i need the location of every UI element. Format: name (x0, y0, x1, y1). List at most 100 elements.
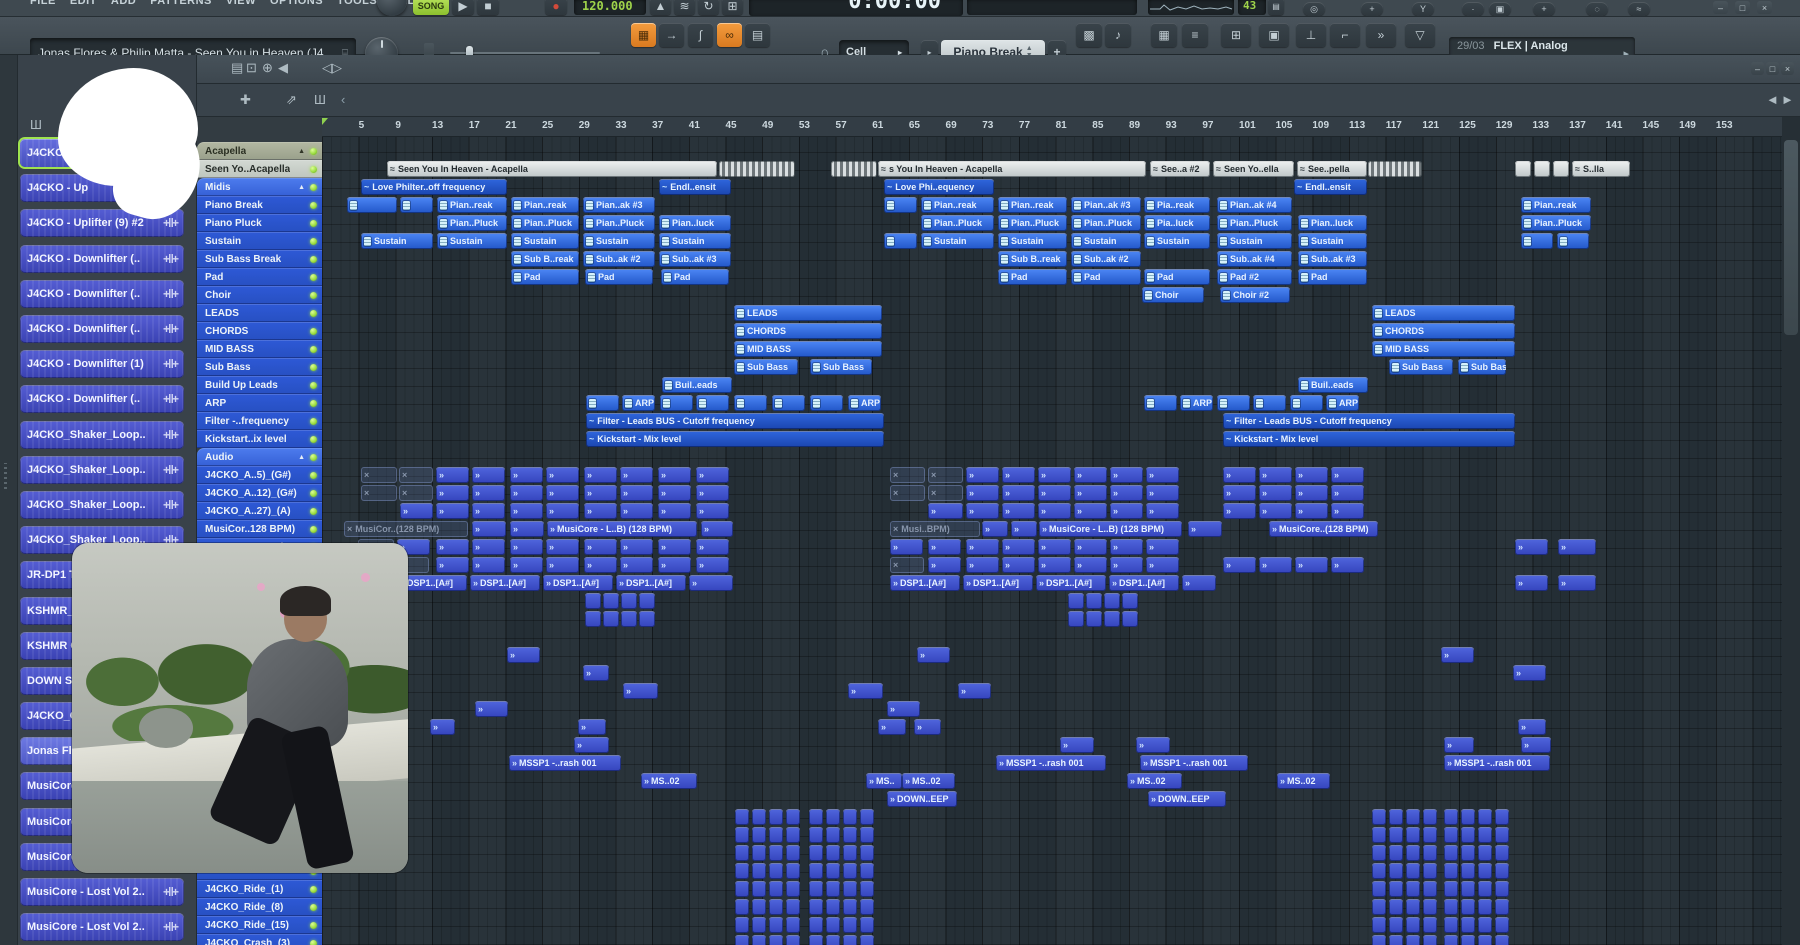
track-mute-led[interactable] (310, 346, 317, 353)
mini-clip[interactable] (809, 881, 823, 897)
sample-clip[interactable]: » (1223, 503, 1256, 519)
pattern-clip[interactable]: Pia..luck (1144, 215, 1210, 231)
pattern-clip[interactable]: Sustain (1298, 233, 1367, 249)
track-row[interactable]: J4CKO_A..27)_(A) (197, 502, 322, 520)
rail-grip[interactable] (4, 463, 7, 489)
step-edit-button[interactable]: ⊞ (722, 0, 743, 15)
mini-clip[interactable] (769, 899, 783, 915)
sample-clip[interactable]: » (928, 557, 961, 573)
track-mute-led[interactable] (310, 166, 317, 173)
timeline-bar-label[interactable]: 141 (1606, 120, 1623, 131)
timeline-bar-label[interactable]: 149 (1679, 120, 1696, 131)
mini-clip[interactable] (1389, 935, 1403, 945)
slide-icon[interactable]: ∫ (688, 23, 713, 47)
sample-clip[interactable]: » (1011, 521, 1037, 537)
timeline-bar-label[interactable]: 101 (1239, 120, 1256, 131)
audio-clip[interactable] (1515, 161, 1531, 177)
sample-clip[interactable]: » (1295, 557, 1328, 573)
mini-clip[interactable] (1372, 881, 1386, 897)
timeline-bar-label[interactable]: 113 (1349, 120, 1365, 131)
mini-clip[interactable] (786, 827, 800, 843)
audio-clip[interactable] (1534, 161, 1550, 177)
mini-clip[interactable] (1406, 899, 1420, 915)
ghost-clip[interactable]: × (361, 467, 397, 483)
sample-clip[interactable]: » (510, 521, 544, 537)
timeline-bar-label[interactable]: 117 (1386, 120, 1402, 131)
sample-clip[interactable]: » (966, 485, 999, 501)
pattern-clip[interactable]: Sub Bass (734, 359, 798, 375)
sample-clip[interactable]: » (966, 503, 999, 519)
picker-item[interactable]: J4CKO - Downlifter (..+‖+ (20, 315, 184, 343)
sample-clip[interactable]: » (1441, 647, 1474, 663)
sample-clip[interactable]: » (1223, 467, 1256, 483)
sample-clip[interactable]: »DSP1..[A#] (616, 575, 686, 591)
hand-icon[interactable]: ▽ (1405, 23, 1435, 47)
track-mute-led[interactable] (310, 490, 317, 497)
mini-clip[interactable] (843, 827, 857, 843)
pattern-clip[interactable]: Pian..ak #4 (1217, 197, 1292, 213)
pattern-clip[interactable]: Pad (1144, 269, 1210, 285)
timeline-bar-label[interactable]: 129 (1496, 120, 1513, 131)
mini-clip[interactable] (1444, 809, 1458, 825)
mini-clip[interactable] (826, 827, 840, 843)
mini-clip[interactable] (1461, 899, 1475, 915)
mini-clip[interactable] (603, 611, 619, 627)
sample-clip[interactable]: » (887, 701, 920, 717)
sample-clip[interactable]: »MS..02 (1127, 773, 1182, 789)
sample-clip[interactable]: » (1074, 467, 1107, 483)
playlist-maximize-button[interactable]: □ (1766, 62, 1779, 75)
step-sequencer-icon[interactable]: ▦ (631, 23, 656, 47)
pattern-clip[interactable]: Pian..Pluck (921, 215, 994, 231)
drag-handle-icon[interactable]: +‖+ (163, 287, 177, 301)
sample-clip[interactable]: » (966, 467, 999, 483)
track-mute-led[interactable] (310, 292, 317, 299)
mini-clip[interactable] (1478, 863, 1492, 879)
mini-clip[interactable] (1423, 845, 1437, 861)
step-jump-icon[interactable]: → (659, 23, 684, 47)
pattern-clip[interactable] (400, 197, 433, 213)
pattern-clip[interactable]: Pian..Pluck (998, 215, 1067, 231)
mini-clip[interactable] (735, 899, 749, 915)
mini-clip[interactable] (1478, 917, 1492, 933)
drag-handle-icon[interactable]: +‖+ (163, 216, 177, 230)
drag-handle-icon[interactable]: +‖+ (163, 252, 177, 266)
sample-clip[interactable]: » (1002, 485, 1035, 501)
track-row[interactable]: Piano Break (197, 196, 322, 214)
pattern-clip[interactable]: Pian..Pluck (511, 215, 579, 231)
sample-clip[interactable]: » (1182, 575, 1216, 591)
sample-clip[interactable]: » (436, 539, 469, 555)
track-mute-led[interactable] (310, 454, 317, 461)
mini-clip[interactable] (809, 935, 823, 945)
pattern-clip[interactable] (734, 395, 767, 411)
mini-clip[interactable] (826, 917, 840, 933)
multitouch-icon[interactable]: ▤ (231, 60, 243, 76)
mini-clip[interactable] (1478, 881, 1492, 897)
mini-clip[interactable] (1444, 881, 1458, 897)
mini-clip[interactable] (1444, 935, 1458, 945)
mini-clip[interactable] (826, 881, 840, 897)
timeline-bar-label[interactable]: 85 (1092, 120, 1103, 131)
mini-clip[interactable] (769, 935, 783, 945)
sample-clip[interactable]: » (510, 485, 543, 501)
sample-clip[interactable]: » (1259, 467, 1292, 483)
automation-clip[interactable]: ~Love Phi..equency (884, 179, 994, 195)
sample-clip[interactable]: » (510, 539, 543, 555)
pattern-clip[interactable]: Buil..eads (662, 377, 732, 393)
mini-clip[interactable] (860, 935, 874, 945)
mini-clip[interactable] (860, 863, 874, 879)
sample-clip[interactable]: »MS.. (866, 773, 902, 789)
sample-clip[interactable]: » (436, 503, 469, 519)
loop-record-icon[interactable]: ◎ (1303, 2, 1325, 16)
timeline-bar-label[interactable]: 81 (1056, 120, 1067, 131)
mini-clip[interactable] (1389, 881, 1403, 897)
sample-clip[interactable]: » (696, 467, 729, 483)
sample-clip[interactable]: » (1110, 557, 1143, 573)
sample-clip[interactable]: » (1074, 539, 1107, 555)
pattern-clip[interactable]: Sub..ak #3 (659, 251, 731, 267)
pattern-clip[interactable]: Pad (585, 269, 653, 285)
sample-clip[interactable]: » (472, 521, 506, 537)
timeline-bar-label[interactable]: 121 (1422, 120, 1439, 131)
menu-item-add[interactable]: ADD (111, 0, 136, 15)
mini-clip[interactable] (1389, 917, 1403, 933)
pattern-clip[interactable]: Sub B..reak (998, 251, 1067, 267)
